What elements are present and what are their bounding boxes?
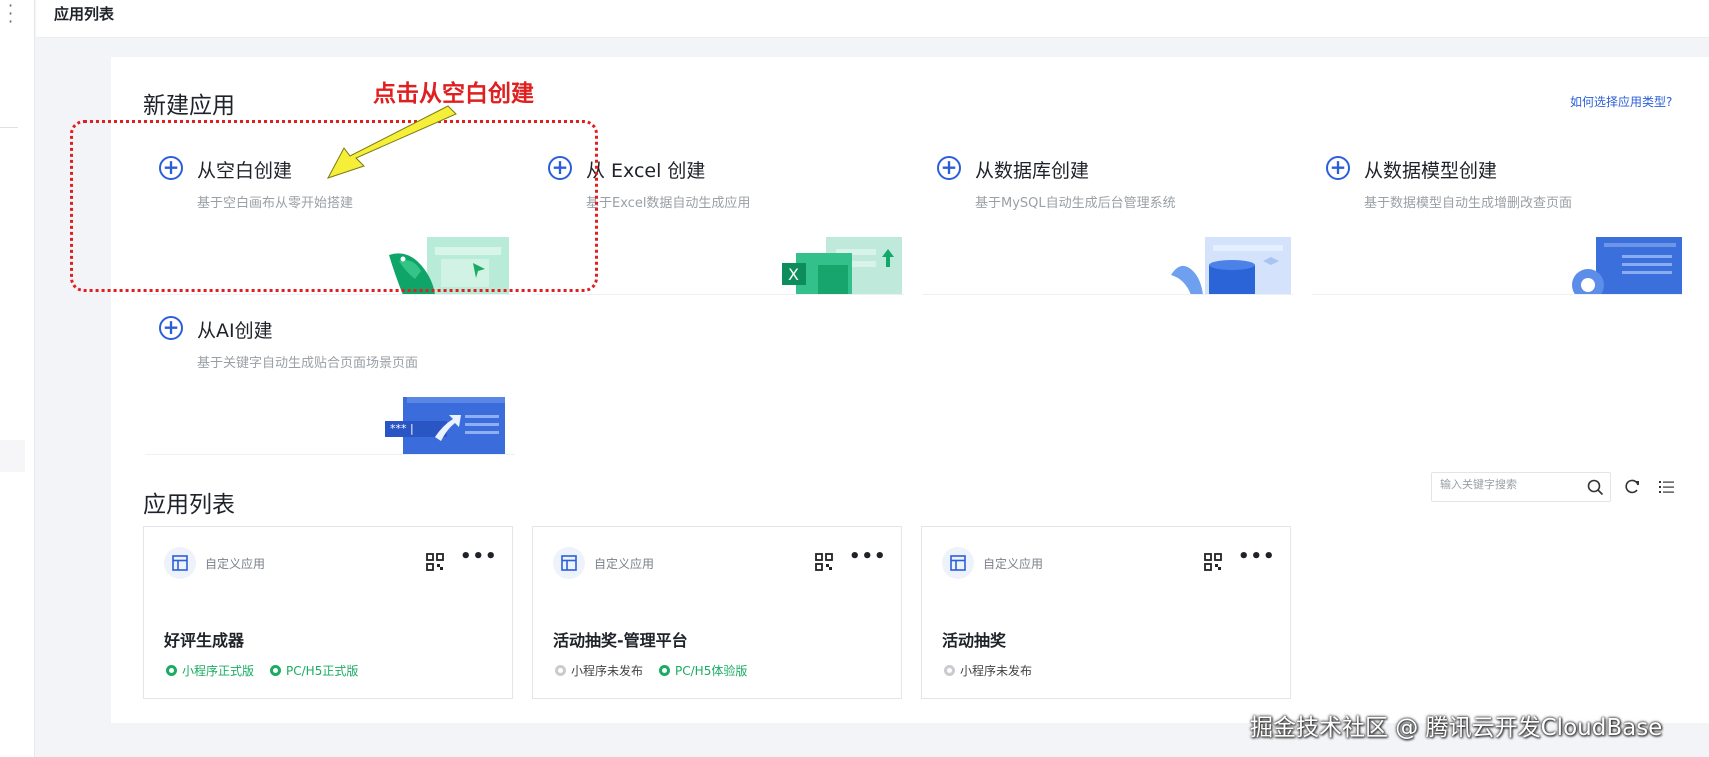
create-option-desc: 基于数据模型自动生成增删改查页面 xyxy=(1364,196,1573,211)
status-badge-label: 小程序未发布 xyxy=(571,664,644,678)
create-option-title: 从数据库创建 xyxy=(975,160,1090,182)
sidebar-divider xyxy=(0,127,18,128)
qr-code-icon[interactable] xyxy=(1204,553,1222,571)
app-type-icon xyxy=(553,547,585,579)
plus-circle-icon: + xyxy=(937,156,961,180)
sidebar-item[interactable] xyxy=(0,440,25,472)
search-field[interactable] xyxy=(1431,472,1611,502)
create-option-desc: 基于MySQL自动生成后台管理系统 xyxy=(975,196,1176,211)
status-badge-label: PC/H5正式版 xyxy=(286,664,359,678)
annotation-arrow-icon xyxy=(326,105,457,179)
left-sidebar: · · · xyxy=(0,0,35,757)
card-divider xyxy=(923,294,1293,295)
annotation-text: 点击从空白创建 xyxy=(373,81,534,107)
ai-illustration: *** | xyxy=(385,395,515,455)
create-option-desc: 基于Excel数据自动生成应用 xyxy=(586,196,751,211)
app-name[interactable]: 好评生成器 xyxy=(164,627,244,651)
search-input[interactable] xyxy=(1440,478,1580,491)
app-type-label: 自定义应用 xyxy=(594,557,655,571)
more-actions-icon[interactable]: ••• xyxy=(460,546,498,567)
database-illustration xyxy=(1171,237,1291,295)
excel-illustration: X xyxy=(782,237,902,295)
status-dot-icon xyxy=(944,665,955,676)
top-bar: 应用列表 xyxy=(36,0,1709,38)
list-view-icon[interactable] xyxy=(1658,478,1675,495)
create-option-title: 从AI创建 xyxy=(197,320,273,342)
card-divider xyxy=(534,294,904,295)
ai-illustration-text: *** | xyxy=(390,422,414,435)
app-name[interactable]: 活动抽奖-管理平台 xyxy=(553,627,688,651)
app-type-label: 自定义应用 xyxy=(205,557,266,571)
plus-circle-icon: + xyxy=(1326,156,1350,180)
app-type-icon xyxy=(942,547,974,579)
status-badge: PC/H5体验版 xyxy=(659,662,747,679)
status-badge-label: 小程序正式版 xyxy=(182,664,255,678)
status-dot-icon xyxy=(166,665,177,676)
card-divider xyxy=(145,294,515,295)
page-title: 应用列表 xyxy=(54,5,115,23)
qr-code-icon[interactable] xyxy=(815,553,833,571)
new-app-title: 新建应用 xyxy=(143,93,235,119)
status-badge: 小程序未发布 xyxy=(555,662,643,679)
card-divider xyxy=(145,454,515,455)
app-card[interactable]: 自定义应用 ••• 活动抽奖-管理平台 小程序未发布 PC/H5体验版 xyxy=(532,526,902,699)
qr-code-icon[interactable] xyxy=(426,553,444,571)
more-actions-icon[interactable]: ••• xyxy=(1238,546,1276,567)
create-datamodel-card[interactable]: + 从数据模型创建 基于数据模型自动生成增删改查页面 xyxy=(1312,145,1682,295)
create-option-title: 从数据模型创建 xyxy=(1364,160,1498,182)
search-icon[interactable] xyxy=(1587,479,1604,496)
status-dot-icon xyxy=(555,665,566,676)
app-card[interactable]: 自定义应用 ••• 活动抽奖 小程序未发布 xyxy=(921,526,1291,699)
help-link[interactable]: 如何选择应用类型? xyxy=(1570,93,1672,110)
create-ai-card[interactable]: + 从AI创建 基于关键字自动生成贴合页面场景页面 *** | xyxy=(145,305,515,455)
refresh-icon[interactable] xyxy=(1624,478,1641,495)
app-card[interactable]: 自定义应用 ••• 好评生成器 小程序正式版 PC/H5正式版 xyxy=(143,526,513,699)
create-option-title: 从 Excel 创建 xyxy=(586,160,706,182)
status-dot-icon xyxy=(659,665,671,676)
watermark: 掘金技术社区 @ 腾讯云开发CloudBase xyxy=(1250,715,1663,741)
status-badge-label: 小程序未发布 xyxy=(960,664,1033,678)
datamodel-illustration xyxy=(1572,237,1682,295)
status-badge: 小程序正式版 xyxy=(166,662,254,679)
app-type-icon xyxy=(164,547,196,579)
app-type-label: 自定义应用 xyxy=(983,557,1044,571)
create-option-desc: 基于关键字自动生成贴合页面场景页面 xyxy=(197,356,419,371)
plus-circle-icon: + xyxy=(159,316,183,340)
app-name[interactable]: 活动抽奖 xyxy=(942,627,1006,651)
status-dot-icon xyxy=(270,665,282,676)
status-badge: PC/H5正式版 xyxy=(270,662,358,679)
svg-text:X: X xyxy=(788,265,799,284)
status-badge-label: PC/H5体验版 xyxy=(675,664,748,678)
card-divider xyxy=(1312,294,1682,295)
more-actions-icon[interactable]: ••• xyxy=(849,546,887,567)
status-badge: 小程序未发布 xyxy=(944,662,1032,679)
create-database-card[interactable]: + 从数据库创建 基于MySQL自动生成后台管理系统 xyxy=(923,145,1293,295)
more-vertical-icon[interactable]: · · · xyxy=(8,0,13,30)
app-list-title: 应用列表 xyxy=(143,492,235,518)
